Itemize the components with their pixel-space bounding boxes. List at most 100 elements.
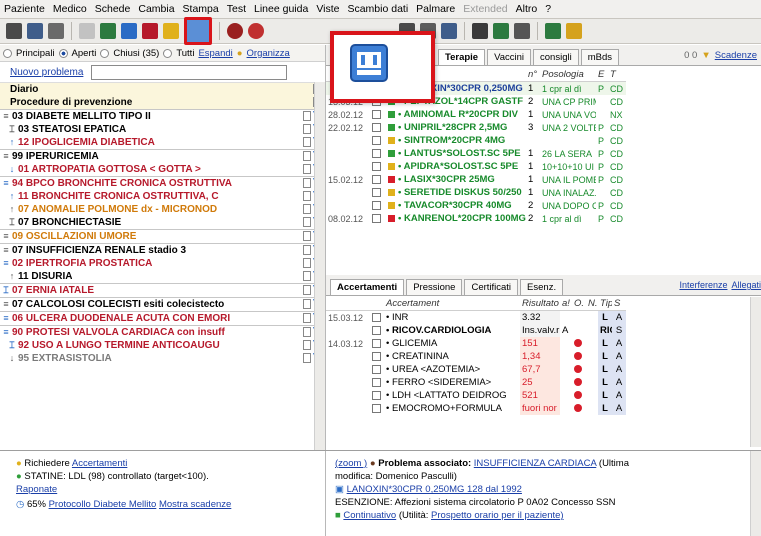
- document-icon[interactable]: [303, 217, 311, 227]
- book-icon[interactable]: [566, 23, 582, 39]
- problem-item[interactable]: ≡ 99 IPERURICEMIA: [0, 149, 325, 163]
- exam-checkbox[interactable]: [372, 325, 381, 335]
- radio-chiusi[interactable]: [100, 48, 110, 58]
- document-icon[interactable]: [303, 164, 311, 174]
- document-icon[interactable]: [303, 299, 311, 309]
- new-problem-input[interactable]: [91, 64, 288, 80]
- radio-principali[interactable]: [3, 48, 12, 58]
- menu-item[interactable]: Altro: [516, 3, 538, 15]
- stamp-icon[interactable]: [441, 23, 457, 39]
- therapy-row[interactable]: 28.02.12 • AMINOMAL R*20CPR DIV 1 UNA UNA V…: [326, 108, 626, 121]
- home-icon[interactable]: [6, 23, 22, 39]
- exam-checkbox[interactable]: [372, 390, 381, 400]
- problem-item[interactable]: ↓ 01 ARTROPATIA GOTTOSA < GOTTA >: [0, 163, 325, 176]
- interferenze-link[interactable]: Interferenze: [679, 280, 727, 290]
- therapy-checkbox[interactable]: [372, 174, 381, 184]
- arrow-icon[interactable]: [79, 23, 95, 39]
- menu-item[interactable]: Viste: [316, 3, 339, 15]
- document-icon[interactable]: [303, 258, 311, 268]
- user-icon[interactable]: [48, 23, 64, 39]
- chart-icon[interactable]: [100, 23, 116, 39]
- document-icon[interactable]: [303, 353, 311, 363]
- exam-tab[interactable]: Pressione: [406, 279, 463, 295]
- document-icon[interactable]: [303, 285, 311, 295]
- exam-row[interactable]: • LDH <LATTATO DEIDROG 521 L A: [326, 389, 626, 402]
- scadenze-mostra-link[interactable]: Mostra scadenze: [159, 499, 231, 510]
- problem-item[interactable]: ↑ 07 ANOMALIE POLMONE dx - MICRONOD: [0, 203, 325, 216]
- assoc-problem-link[interactable]: INSUFFICIENZA CARDIACA: [474, 458, 596, 469]
- problem-item[interactable]: ≡ 09 OSCILLAZIONI UMORE: [0, 229, 325, 243]
- bottom-scrollbar[interactable]: [750, 451, 761, 536]
- therapy-checkbox[interactable]: [372, 161, 381, 171]
- document-icon[interactable]: [303, 204, 311, 214]
- problem-item[interactable]: ↑ 12 IPOGLICEMIA DIABETICA: [0, 136, 325, 149]
- monitor-icon[interactable]: [184, 17, 212, 45]
- exam-checkbox[interactable]: [372, 403, 381, 413]
- document-icon[interactable]: [303, 245, 311, 255]
- problem-item[interactable]: ≡ 90 PROTESI VALVOLA CARDIACA con insuff: [0, 325, 325, 339]
- flask-icon[interactable]: [163, 23, 179, 39]
- raponate-link[interactable]: Raponate: [16, 484, 57, 495]
- continuativo-link[interactable]: Continuativo: [343, 510, 396, 521]
- problem-item[interactable]: ⌶ 07 ERNIA IATALE: [0, 283, 325, 297]
- filter-icon[interactable]: [121, 23, 137, 39]
- therapy-tab[interactable]: mBds: [580, 49, 619, 65]
- exam-row[interactable]: • FERRO <SIDEREMIA> 25 L A: [326, 376, 626, 389]
- grid-icon[interactable]: [472, 23, 488, 39]
- problem-item[interactable]: ≡ 06 ULCERA DUODENALE ACUTA CON EMORI: [0, 311, 325, 325]
- radio-aperti[interactable]: [58, 48, 68, 58]
- menu-item[interactable]: Paziente: [4, 3, 45, 15]
- therapy-tab[interactable]: Terapie: [438, 49, 486, 65]
- therapy-tab[interactable]: consigli: [533, 49, 579, 65]
- menu-item[interactable]: Schede: [95, 3, 131, 15]
- problem-item[interactable]: ⌶ 07 BRONCHIECTASIE: [0, 216, 325, 229]
- menu-item[interactable]: Cambia: [138, 3, 174, 15]
- therapy-row[interactable]: • LANTUS*SOLOST.SC 5PE 1 26 LA SERA P CD: [326, 147, 626, 160]
- problem-item[interactable]: ≡ 07 CALCOLOSI COLECISTI esiti colecistec…: [0, 297, 325, 311]
- protocollo-link[interactable]: Protocollo Diabete Mellito: [49, 499, 157, 510]
- therapy-row[interactable]: • APIDRA*SOLOST.SC 5PE 1 10+10+10 UI P CD: [326, 160, 626, 173]
- help-icon[interactable]: [545, 23, 561, 39]
- therapy-row[interactable]: • SINTROM*20CPR 4MG P CD: [326, 134, 626, 147]
- organize-link[interactable]: Organizza: [247, 48, 290, 59]
- therapy-row[interactable]: 08.02.12 • KANRENOL*20CPR 100MG 2 1 cpr al …: [326, 212, 626, 225]
- problems-scrollbar[interactable]: [314, 82, 325, 450]
- therapy-checkbox[interactable]: [372, 213, 381, 223]
- exam-tab[interactable]: Esenz.: [520, 279, 564, 295]
- therapy-row[interactable]: 22.02.12 • UNIPRIL*28CPR 2,5MG 3 UNA 2 VOLT…: [326, 121, 626, 134]
- document-icon[interactable]: [303, 151, 311, 161]
- hospital-icon[interactable]: [27, 23, 43, 39]
- exam-checkbox[interactable]: [372, 338, 381, 348]
- therapy-checkbox[interactable]: [372, 122, 381, 132]
- document-icon[interactable]: [303, 137, 311, 147]
- exam-row[interactable]: • RICOV.CARDIOLOGIAIns.valv.rA RICS: [326, 324, 626, 337]
- radio-tutti[interactable]: [163, 48, 173, 58]
- exam-checkbox[interactable]: [372, 351, 381, 361]
- drug-link[interactable]: LANOXIN*30CPR 0,250MG 128 dal 1992: [347, 484, 522, 495]
- exam-checkbox[interactable]: [372, 364, 381, 374]
- exam-tab[interactable]: Accertamenti: [330, 279, 405, 295]
- document-icon[interactable]: [303, 340, 311, 350]
- menu-item[interactable]: Test: [227, 3, 246, 15]
- therapy-row[interactable]: • TAVACOR*30CPR 40MG2 UNA DOPO CEP CD: [326, 199, 626, 212]
- problem-item[interactable]: ≡ 03 DIABETE MELLITO TIPO II: [0, 109, 325, 123]
- scadenze-link[interactable]: Scadenze: [715, 50, 757, 61]
- right-scrollbar[interactable]: [750, 297, 761, 447]
- problem-item[interactable]: ≡ 02 IPERTROFIA PROSTATICA: [0, 257, 325, 270]
- prospetto-link[interactable]: Prospetto orario per il paziente): [431, 510, 564, 521]
- menu-item[interactable]: ?: [545, 3, 551, 15]
- document-icon[interactable]: [303, 313, 311, 323]
- exam-row[interactable]: 15.03.12 • INR 3.32 L A: [326, 310, 626, 324]
- problem-item[interactable]: ⌶ 03 STEATOSI EPATICA: [0, 123, 325, 136]
- new-problem-link[interactable]: Nuovo problema: [10, 67, 83, 78]
- document-icon[interactable]: [303, 178, 311, 188]
- accertamenti-link[interactable]: Accertamenti: [72, 458, 127, 469]
- menu-item[interactable]: Medico: [53, 3, 87, 15]
- therapy-row[interactable]: 15.02.12 • LASIX*30CPR 25MG1 UNA IL POMEFP…: [326, 173, 626, 186]
- menu-item[interactable]: Extended: [463, 3, 507, 15]
- problem-item[interactable]: ≡ 94 BPCO BRONCHITE CRONICA OSTRUTTIVA: [0, 176, 325, 190]
- problem-item[interactable]: Diario: [0, 83, 325, 96]
- disk-icon[interactable]: [514, 23, 530, 39]
- therapy-tab[interactable]: Vaccini: [487, 49, 532, 65]
- pill-icon[interactable]: [142, 23, 158, 39]
